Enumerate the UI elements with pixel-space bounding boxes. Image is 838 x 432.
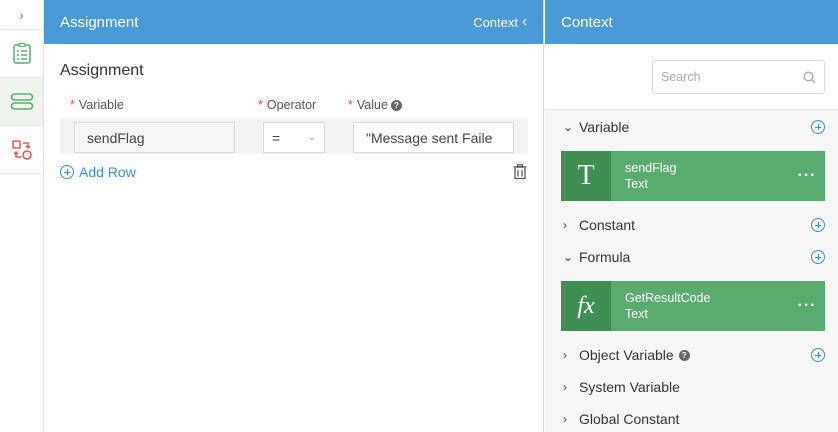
value-column-label: * Value? — [348, 98, 402, 112]
variable-column-label: * Variable — [70, 98, 124, 112]
left-rail: › — [0, 0, 44, 432]
formula-icon: fx — [561, 281, 611, 331]
group-constant[interactable]: › Constant — [545, 210, 838, 240]
chevron-right-icon: › — [563, 412, 567, 426]
group-label: Variable — [579, 119, 630, 135]
checklist-icon — [12, 42, 31, 64]
group-label: Constant — [579, 217, 636, 233]
chevron-down-icon: ⌄ — [563, 120, 574, 134]
search-area — [545, 44, 838, 110]
group-variable[interactable]: ⌄ Variable — [545, 112, 838, 142]
required-marker: * — [258, 98, 263, 112]
group-formula[interactable]: ⌄ Formula — [545, 242, 838, 272]
group-object-variable[interactable]: › Object Variable ? — [545, 340, 838, 370]
add-row-button[interactable]: Add Row — [60, 164, 136, 180]
add-row-label: Add Row — [79, 164, 136, 180]
variable-field[interactable]: sendFlag — [74, 122, 235, 153]
add-object-variable-icon[interactable] — [811, 348, 825, 362]
more-options-icon[interactable]: ··· — [793, 167, 821, 185]
context-panel: Context ⌄ Variable T sendFlag Text ··· ›… — [545, 0, 838, 432]
rail-item-assignment[interactable] — [0, 78, 43, 126]
context-header: Context — [545, 0, 838, 44]
value-field[interactable]: "Message sent Faile — [353, 122, 514, 153]
help-icon[interactable]: ? — [678, 349, 690, 361]
rail-item-list[interactable] — [0, 30, 43, 78]
variable-card-sendflag[interactable]: T sendFlag Text ··· — [561, 151, 825, 201]
add-formula-icon[interactable] — [811, 250, 825, 264]
operator-select[interactable]: = ⌄ — [263, 122, 325, 153]
operator-column-label: * Operator — [258, 98, 317, 112]
formula-card-getresultcode[interactable]: fx GetResultCode Text ··· — [561, 281, 825, 331]
add-variable-icon[interactable] — [811, 120, 825, 134]
group-label: Object Variable — [579, 347, 674, 363]
expand-rail-button[interactable]: › — [0, 0, 43, 30]
group-label: Global Constant — [579, 411, 680, 427]
context-toggle-button[interactable]: Context ‹ — [473, 12, 527, 30]
context-toggle-label: Context — [473, 14, 518, 30]
server-stack-icon — [10, 92, 33, 110]
card-type: Text — [625, 177, 648, 191]
chevron-down-icon: ⌄ — [563, 250, 574, 264]
text-type-icon: T — [561, 151, 611, 201]
search-icon[interactable] — [803, 71, 816, 84]
swap-icon — [11, 139, 32, 160]
group-label: System Variable — [579, 379, 680, 395]
assignment-header: Assignment Context ‹ — [44, 0, 543, 44]
chevron-right-icon: › — [19, 6, 24, 23]
help-icon[interactable]: ? — [390, 100, 402, 111]
search-input[interactable] — [652, 60, 825, 94]
trash-icon[interactable] — [513, 164, 527, 180]
section-title: Assignment — [60, 62, 144, 79]
chevron-right-icon: › — [563, 348, 567, 362]
rail-item-swap[interactable] — [0, 126, 43, 174]
plus-circle-icon — [60, 165, 74, 179]
add-constant-icon[interactable] — [811, 218, 825, 232]
chevron-down-icon: ⌄ — [307, 132, 316, 143]
panel-title: Assignment — [60, 13, 139, 31]
required-marker: * — [70, 98, 75, 112]
card-name: sendFlag — [625, 161, 677, 175]
chevron-right-icon: › — [563, 218, 567, 232]
operator-value: = — [272, 129, 281, 146]
group-label: Formula — [579, 249, 631, 265]
chevron-left-icon: ‹ — [522, 12, 527, 30]
chevron-right-icon: › — [563, 380, 567, 394]
assignment-panel: Assignment Context ‹ Assignment * Variabl… — [44, 0, 544, 432]
more-options-icon[interactable]: ··· — [793, 297, 821, 315]
card-type: Text — [625, 307, 648, 321]
required-marker: * — [348, 98, 353, 112]
group-system-variable[interactable]: › System Variable — [545, 372, 838, 402]
card-name: GetResultCode — [625, 291, 711, 305]
group-global-constant[interactable]: › Global Constant — [545, 404, 838, 432]
